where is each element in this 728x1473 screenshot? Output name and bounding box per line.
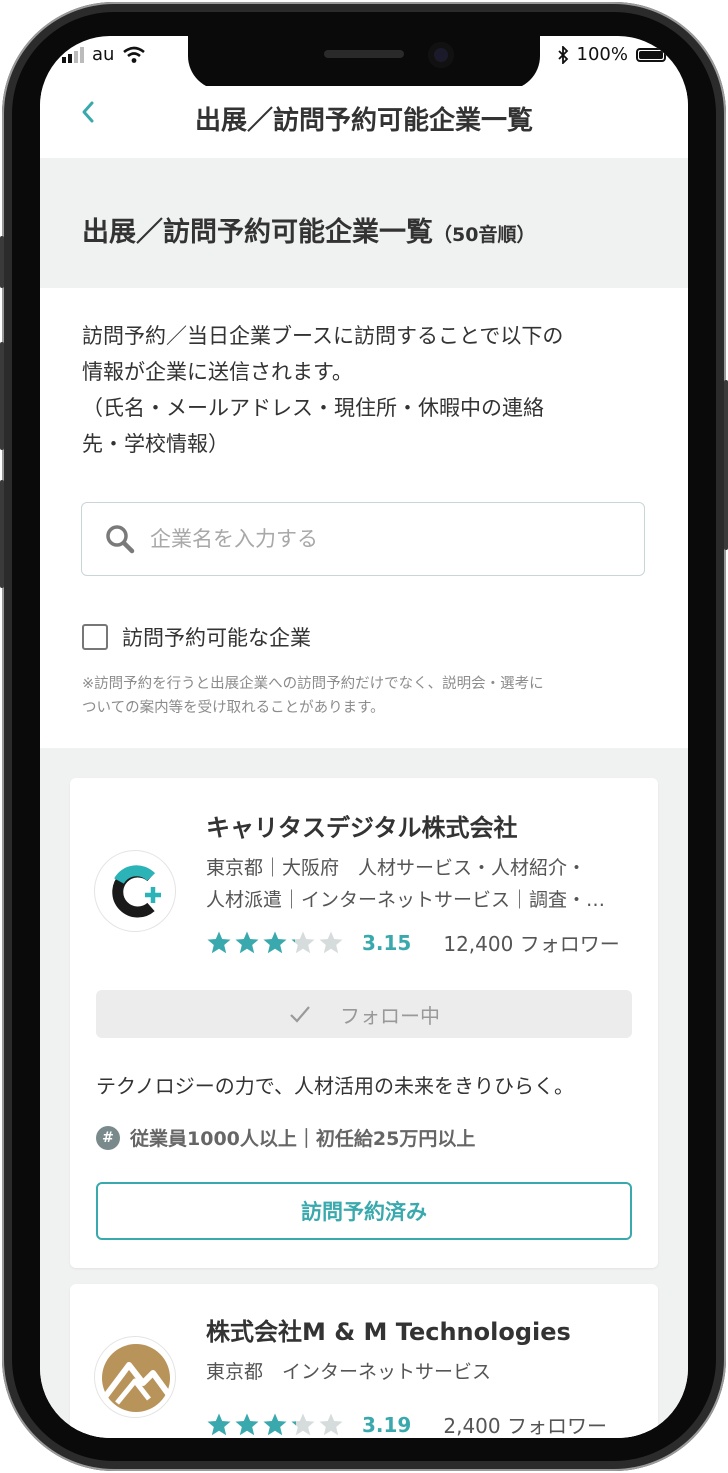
company-tags-line: 東京都 インターネットサービス: [206, 1361, 492, 1383]
status-bar: au 100%: [40, 36, 688, 90]
intro-line: （氏名・メールアドレス・現住所・休暇中の連絡: [82, 396, 544, 420]
volume-up-button: [0, 342, 4, 450]
star-icon: [235, 1413, 259, 1435]
notch: [188, 36, 540, 90]
signal-icon: [62, 46, 84, 63]
visit-filter[interactable]: 訪問予約可能な企業: [82, 622, 311, 652]
mountain-logo-icon: [102, 1344, 172, 1412]
power-button: [724, 380, 728, 550]
battery-icon: [636, 47, 666, 62]
follow-label: フォロー中: [340, 1003, 440, 1028]
company-card[interactable]: 株式会社M & M Technologies 東京都 インターネットサービス 3…: [70, 1284, 658, 1438]
intro-line: 先・学校情報）: [82, 432, 229, 456]
mute-switch: [0, 236, 4, 288]
page-title: 出展／訪問予約可能企業一覧（50音順）: [82, 210, 535, 249]
company-tags: 東京都 インターネットサービス: [206, 1356, 636, 1388]
sort-note: （50音順）: [433, 224, 536, 246]
visit-filter-label: 訪問予約可能な企業: [122, 626, 311, 650]
company-name[interactable]: キャリタスデジタル株式会社: [206, 808, 518, 843]
company-logo[interactable]: [94, 1336, 176, 1418]
volume-down-button: [0, 480, 4, 588]
rating-stars: [206, 930, 344, 956]
nav-title: 出展／訪問予約可能企業一覧: [194, 106, 533, 136]
rating-value: 3.19: [362, 1412, 412, 1437]
star-icon: [263, 931, 287, 953]
company-logo[interactable]: [94, 850, 176, 932]
company-tags: 東京都｜大阪府 人材サービス・人材紹介・ 人材派遣｜インターネットサービス｜調査…: [206, 852, 636, 916]
hashtag-icon: #: [96, 1125, 120, 1150]
star-icon: [263, 1413, 287, 1435]
battery-percent: 100%: [576, 44, 628, 65]
carrier-label: au: [92, 44, 115, 65]
intro-line: 情報が企業に送信されます。: [82, 360, 353, 384]
search-icon: [106, 525, 135, 554]
star-icon: [207, 931, 231, 953]
company-tagline: テクノロジーの力で、人材活用の未来をきりひらく。: [96, 1074, 574, 1098]
company-card[interactable]: キャリタスデジタル株式会社 東京都｜大阪府 人材サービス・人材紹介・ 人材派遣｜…: [70, 778, 658, 1268]
caritas-logo-icon: [112, 865, 161, 918]
wifi-icon: [123, 46, 146, 63]
search-box[interactable]: [81, 502, 645, 576]
follower-count: 12,400 フォロワー: [443, 932, 620, 956]
front-camera: [428, 42, 454, 68]
star-icon: [291, 931, 315, 953]
star-icon: [235, 931, 259, 953]
company-features: # 従業員1000人以上｜初任給25万円以上: [96, 1124, 475, 1151]
bluetooth-icon: [557, 45, 568, 64]
rating-row: 3.19 2,400 フォロワー: [206, 1410, 607, 1438]
visit-note: ※訪問予約を行うと出展企業への訪問予約だけでなく、説明会・選考に ついての案内等…: [82, 672, 652, 720]
features-text: 従業員1000人以上｜初任給25万円以上: [130, 1128, 476, 1150]
company-list: キャリタスデジタル株式会社 東京都｜大阪府 人材サービス・人材紹介・ 人材派遣｜…: [40, 748, 688, 1438]
page-header: 出展／訪問予約可能企業一覧（50音順）: [40, 158, 688, 288]
star-icon: [207, 1413, 231, 1435]
company-name[interactable]: 株式会社M & M Technologies: [206, 1312, 571, 1347]
company-tags-line: 東京都｜大阪府 人材サービス・人材紹介・: [206, 857, 587, 879]
rating-value: 3.15: [362, 930, 412, 955]
status-right: 100%: [557, 44, 666, 65]
follow-button[interactable]: フォロー中: [96, 990, 632, 1038]
company-tags-line: 人材派遣｜インターネットサービス｜調査・…: [206, 889, 606, 911]
star-icon: [319, 1413, 343, 1435]
status-left: au: [62, 44, 146, 65]
search-input[interactable]: [150, 503, 620, 575]
intro-text: 訪問予約／当日企業ブースに訪問することで以下の 情報が企業に送信されます。 （氏…: [82, 318, 652, 462]
note-line: ※訪問予約を行うと出展企業への訪問予約だけでなく、説明会・選考に: [82, 676, 544, 692]
speaker: [324, 50, 404, 58]
star-icon: [319, 931, 343, 953]
rating-row: 3.15 12,400 フォロワー: [206, 928, 620, 957]
star-icon: [291, 1413, 315, 1435]
nav-bar: 出展／訪問予約可能企業一覧: [40, 86, 688, 158]
check-icon: [290, 1006, 310, 1023]
page-title-text: 出展／訪問予約可能企業一覧: [82, 217, 433, 248]
follower-count: 2,400 フォロワー: [443, 1414, 607, 1438]
note-line: ついての案内等を受け取れることがあります。: [82, 700, 385, 716]
intro-line: 訪問予約／当日企業ブースに訪問することで以下の: [82, 324, 564, 348]
screen: au 100% 出展／訪問予約可能企業一覧 出展／訪問予約可能企業一覧（50音順…: [40, 36, 688, 1438]
visit-filter-checkbox[interactable]: [82, 624, 108, 650]
visit-reserved-button[interactable]: 訪問予約済み: [96, 1182, 632, 1240]
rating-stars: [206, 1412, 344, 1438]
